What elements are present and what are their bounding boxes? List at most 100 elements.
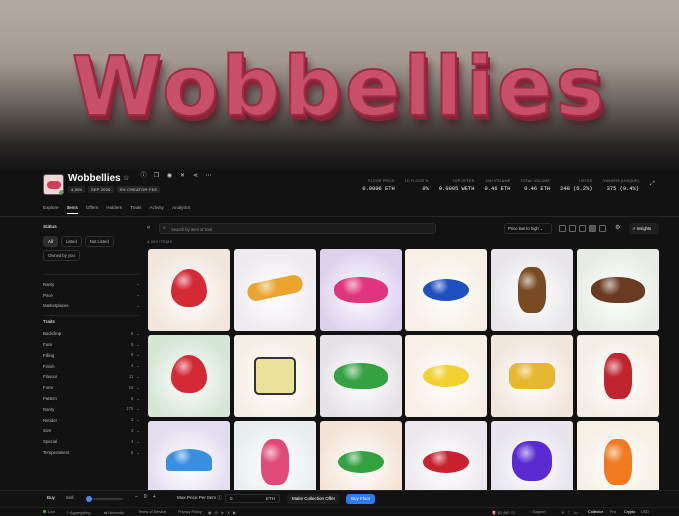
search-box[interactable]: ⌕: [159, 223, 436, 234]
youtube-icon[interactable]: ▶: [233, 510, 236, 515]
tab-analytics[interactable]: Analytics: [172, 205, 190, 214]
status-not-listed-chip[interactable]: Not Listed: [84, 236, 114, 247]
filter-rarity[interactable]: Rarity ⌄: [43, 279, 140, 290]
tab-activity[interactable]: Activity: [149, 205, 164, 214]
aggregating-status[interactable]: ⊹ Aggregating: [66, 510, 91, 515]
crypto-currency[interactable]: Crypto: [624, 510, 635, 514]
trait-filter-row[interactable]: Temperament 5 ⌄: [43, 447, 140, 458]
pro-mode[interactable]: Pro: [610, 510, 616, 514]
trait-filter-row[interactable]: Size 3 ⌄: [43, 426, 140, 437]
nft-card[interactable]: [319, 335, 402, 417]
trait-name: Rarity: [43, 406, 55, 412]
discord-icon[interactable]: ◉: [166, 173, 173, 180]
nft-card[interactable]: [576, 335, 659, 417]
nft-card[interactable]: [233, 335, 316, 417]
buy-toggle[interactable]: Buy: [43, 494, 59, 501]
trait-filter-row[interactable]: Backdrop 5 ⌄: [43, 328, 140, 339]
stat-listed: LISTED 248 (6.2%): [560, 179, 592, 192]
filter-marketplaces[interactable]: Marketplaces ⌄: [43, 301, 140, 312]
favorite-star-icon[interactable]: ☆: [123, 174, 129, 182]
tab-items[interactable]: Items: [66, 205, 78, 214]
grid-large-icon[interactable]: [589, 225, 596, 232]
live-label: Live: [48, 510, 55, 514]
trait-filter-row[interactable]: Finish 4 ⌄: [43, 361, 140, 372]
nft-image: [260, 439, 289, 485]
buy-floor-button[interactable]: Buy Floor: [346, 493, 376, 504]
sort-dropdown[interactable]: Price low to high ⌄: [504, 223, 552, 234]
stat-label: OWNERS (UNIQUE): [602, 179, 639, 183]
chevron-down-icon: ⌄: [136, 449, 140, 455]
trait-filter-row[interactable]: Pattern 5 ⌄: [43, 393, 140, 404]
grid-medium-icon[interactable]: [579, 225, 586, 232]
trait-filter-row[interactable]: Render 3 ⌄: [43, 415, 140, 426]
stat-value: 375 (9.4%): [606, 186, 639, 192]
filter-price[interactable]: Price ⌄: [43, 290, 140, 301]
trait-filter-row[interactable]: Rarity 176 ⌄: [43, 404, 140, 415]
nft-card[interactable]: [576, 249, 659, 331]
sweep-slider[interactable]: [86, 496, 123, 502]
make-collection-offer-button[interactable]: Make Collection Offer: [287, 493, 341, 504]
decrement-button[interactable]: −: [135, 494, 138, 500]
trait-filter-row[interactable]: Filling 8 ⌄: [43, 350, 140, 361]
tab-traits[interactable]: Traits: [130, 205, 141, 214]
moon-icon[interactable]: ☾: [567, 510, 570, 515]
more-icon[interactable]: ⋯: [205, 173, 212, 180]
insights-button[interactable]: ↗ Insights: [629, 223, 659, 234]
copy-icon[interactable]: ❐: [153, 173, 160, 180]
info-icon[interactable]: ⓘ: [217, 495, 222, 500]
grid-xlarge-icon[interactable]: [599, 225, 606, 232]
nft-card[interactable]: [405, 249, 488, 331]
nft-card[interactable]: [148, 335, 230, 417]
telegram-icon[interactable]: ➤: [221, 510, 224, 515]
nft-card[interactable]: [148, 249, 230, 331]
search-input[interactable]: [171, 225, 421, 233]
monitor-icon[interactable]: ▭: [574, 510, 578, 515]
collapse-sidebar-icon[interactable]: «: [147, 225, 150, 231]
tab-explore[interactable]: Explore: [43, 205, 59, 214]
status-title: Status: [43, 225, 57, 230]
x-icon[interactable]: ✕: [227, 510, 230, 515]
slider-knob[interactable]: [86, 496, 92, 502]
settings-gear-icon[interactable]: ⚙: [615, 224, 620, 231]
terms-link[interactable]: Terms of Service: [138, 510, 166, 514]
increment-button[interactable]: +: [153, 494, 156, 500]
x-icon[interactable]: ✕: [179, 173, 186, 180]
support-link[interactable]: ◌ Support: [529, 510, 546, 514]
discord-icon[interactable]: ◉: [208, 510, 211, 515]
sell-toggle[interactable]: Sell: [62, 494, 78, 501]
grid-small-icon[interactable]: [569, 225, 576, 232]
trait-filter-row[interactable]: Form 16 ⌄: [43, 382, 140, 393]
nft-card[interactable]: [491, 249, 574, 331]
chevron-down-icon: ⌄: [136, 302, 140, 308]
info-icon[interactable]: ⓘ: [140, 173, 147, 180]
status-listed-chip[interactable]: Listed: [60, 236, 82, 247]
status-owned-chip[interactable]: Owned by you: [43, 250, 80, 261]
share-icon[interactable]: ⋖: [192, 173, 199, 180]
trait-count: 16: [128, 384, 134, 390]
nft-card[interactable]: [319, 249, 402, 331]
stat-value: 0.0006 ETH: [362, 186, 395, 192]
sun-icon[interactable]: ☀: [561, 510, 564, 515]
max-price-label: Max Price Per Item ⓘ: [177, 495, 222, 501]
tab-offers[interactable]: Offers: [86, 205, 98, 214]
quantity-value[interactable]: 0: [144, 494, 147, 500]
networks-link[interactable]: ⇄ Networks: [104, 510, 124, 515]
stat-label: TOP OFFER: [452, 179, 475, 183]
tab-holders[interactable]: Holders: [106, 205, 122, 214]
status-all-chip[interactable]: All: [43, 236, 58, 247]
trait-filter-row[interactable]: Face 5 ⌄: [43, 339, 140, 350]
trait-filter-row[interactable]: Flavour 11 ⌄: [43, 372, 140, 383]
instagram-icon[interactable]: ◎: [214, 510, 217, 515]
usd-currency[interactable]: USD: [641, 510, 649, 514]
privacy-link[interactable]: Privacy Policy: [178, 510, 202, 514]
expand-stats-icon[interactable]: ⤢: [650, 181, 659, 190]
nft-card[interactable]: [491, 335, 574, 417]
list-view-icon[interactable]: [559, 225, 566, 232]
collector-mode[interactable]: Collector: [588, 510, 603, 514]
nft-image: [423, 451, 470, 473]
nft-card[interactable]: [405, 335, 488, 417]
nft-card[interactable]: [233, 249, 316, 331]
trait-filter-row[interactable]: Special 4 ⌄: [43, 436, 140, 447]
max-price-field[interactable]: 0 ETH: [225, 494, 280, 503]
social-links: ◉ ◎ ➤ ✕ ▶: [208, 510, 236, 515]
